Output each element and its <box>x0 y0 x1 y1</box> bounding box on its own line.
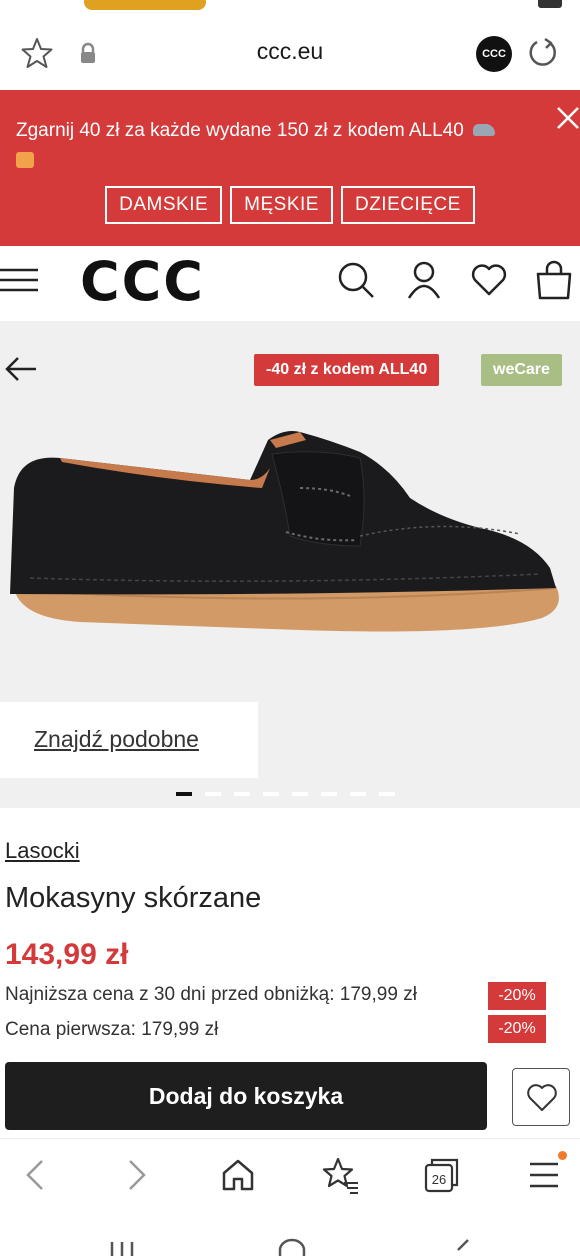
back-icon[interactable] <box>16 1155 56 1195</box>
product-image[interactable] <box>0 418 580 638</box>
heart-icon <box>527 1084 557 1111</box>
shoe-emoji-icon <box>473 124 496 136</box>
gallery-dot[interactable] <box>176 792 192 796</box>
search-icon[interactable] <box>336 260 376 300</box>
home-button-icon[interactable] <box>277 1238 307 1256</box>
product-gallery[interactable]: -40 zł z kodem ALL40 weCare Znajdź podob… <box>0 322 580 808</box>
product-title: Mokasyny skórzane <box>5 882 262 914</box>
notification-dot <box>558 1151 567 1160</box>
lowest-price-info: Najniższa cena z 30 dni przed obniżką: 1… <box>5 984 417 1005</box>
wishlist-heart-icon[interactable] <box>469 260 509 300</box>
close-icon[interactable] <box>554 104 580 132</box>
browser-menu-icon[interactable] <box>524 1155 564 1195</box>
gallery-dot[interactable] <box>321 792 337 796</box>
wecare-badge: weCare <box>481 354 562 386</box>
battery-icon <box>538 0 562 8</box>
forward-icon[interactable] <box>116 1155 156 1195</box>
add-to-wishlist-button[interactable] <box>512 1068 570 1126</box>
promo-banner: Zgarnij 40 zł za każde wydane 150 zł z k… <box>0 90 580 246</box>
promo-text: Zgarnij 40 zł za każde wydane 150 zł z k… <box>16 120 464 141</box>
gallery-dot[interactable] <box>205 792 221 796</box>
promo-code-badge: -40 zł z kodem ALL40 <box>254 354 440 386</box>
add-to-cart-button[interactable]: Dodaj do koszyka <box>5 1062 487 1130</box>
recent-apps-icon[interactable] <box>108 1238 136 1256</box>
status-bar <box>0 0 580 14</box>
bookmarks-star-icon[interactable] <box>320 1155 360 1195</box>
reload-icon[interactable] <box>526 36 560 70</box>
promo-text-wrap: Zgarnij 40 zł za każde wydane 150 zł z k… <box>16 116 546 176</box>
find-similar-label: Znajdź podobne <box>34 726 199 752</box>
ccc-logo[interactable]: CCC <box>80 250 205 313</box>
back-arrow-icon[interactable] <box>4 354 38 384</box>
category-men[interactable]: MĘSKIE <box>230 186 333 224</box>
gallery-dot[interactable] <box>292 792 308 796</box>
site-header: CCC <box>0 246 580 322</box>
account-icon[interactable] <box>404 260 444 300</box>
first-price-info: Cena pierwsza: 179,99 zł <box>5 1019 219 1040</box>
status-notification-pill <box>84 0 206 10</box>
gallery-dot[interactable] <box>379 792 395 796</box>
home-icon[interactable] <box>218 1155 258 1195</box>
discount-badge: -20% <box>488 982 546 1010</box>
cart-bag-icon[interactable] <box>534 260 574 300</box>
browser-url-bar: ccc.eu CCC <box>0 14 580 90</box>
category-kids[interactable]: DZIECIĘCE <box>340 186 475 224</box>
system-nav-bar <box>0 1214 580 1256</box>
brand-link[interactable]: Lasocki <box>5 838 80 864</box>
tabs-icon[interactable]: 26 <box>422 1155 462 1195</box>
product-price: 143,99 zł <box>5 938 129 971</box>
shopping-bag-emoji-icon <box>16 152 34 168</box>
site-icon[interactable]: CCC <box>476 36 512 72</box>
category-women[interactable]: DAMSKIE <box>105 186 223 224</box>
find-similar-button[interactable]: Znajdź podobne <box>0 702 258 778</box>
gallery-dot[interactable] <box>350 792 366 796</box>
category-links: DAMSKIE MĘSKIE DZIECIĘCE <box>0 186 580 224</box>
menu-icon[interactable] <box>0 264 40 296</box>
browser-bottom-nav: 26 <box>0 1138 580 1214</box>
discount-badge: -20% <box>488 1015 546 1043</box>
gallery-dot[interactable] <box>234 792 250 796</box>
tabs-count: 26 <box>432 1172 446 1187</box>
gallery-dot[interactable] <box>263 792 279 796</box>
back-button-icon[interactable] <box>452 1238 472 1256</box>
